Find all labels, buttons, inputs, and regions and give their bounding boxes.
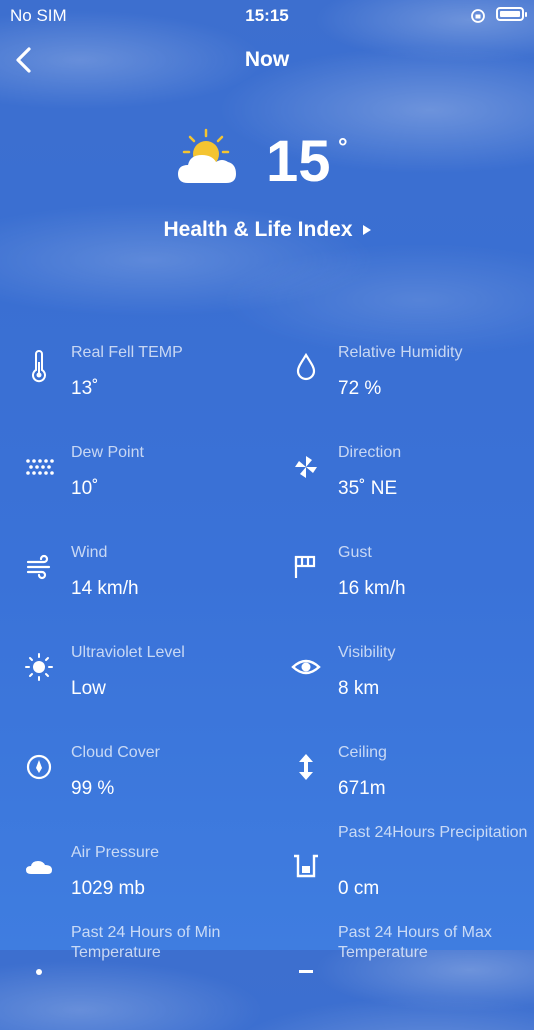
metric-value: 72 %	[338, 378, 382, 399]
metric-value: 99 %	[71, 778, 115, 799]
metric-value: 0 cm	[338, 878, 380, 899]
metric-label: Relative Humidity	[338, 344, 463, 361]
rotation-lock-icon	[471, 9, 485, 23]
battery-icon	[496, 7, 527, 21]
metric-visibility: Visibility 8 km	[267, 630, 534, 730]
vertical-arrows-icon	[299, 754, 313, 780]
metric-value: 1029 mb	[71, 878, 145, 899]
nav-bar: Now	[0, 38, 534, 82]
metric-value: 8 km	[338, 678, 380, 699]
metric-label: Ceiling	[338, 744, 387, 761]
metric-dew-point: Dew Point 10˚	[0, 430, 267, 530]
degree-symbol: °	[338, 134, 348, 161]
metric-value: 35˚ NE	[338, 478, 398, 499]
flag-icon	[294, 555, 316, 578]
metric-label: Air Pressure	[71, 844, 160, 861]
metric-label: Wind	[71, 544, 108, 561]
metric-label: Dew Point	[71, 444, 144, 461]
thermometer-icon	[32, 350, 46, 383]
metric-precipitation: Past 24Hours Precipitation 0 cm	[267, 824, 534, 930]
metric-label: Past 24 Hours of Max Temperature	[338, 924, 492, 961]
current-conditions: 15 °	[0, 128, 534, 198]
wind-icon	[26, 554, 51, 580]
metric-min-temp: Past 24 Hours of Min Temperature	[0, 924, 267, 1030]
metric-direction: Direction 35˚ NE	[267, 430, 534, 530]
metric-value: 671m	[338, 778, 386, 799]
sun-icon	[25, 653, 53, 681]
metric-humidity: Relative Humidity 72 %	[267, 330, 534, 430]
rain-gauge-icon	[294, 854, 318, 878]
play-arrow-icon	[362, 225, 371, 236]
metric-value: Low	[71, 678, 106, 699]
metric-value: 13˚	[71, 378, 99, 399]
metric-max-temp: Past 24 Hours of Max Temperature	[267, 924, 534, 1030]
metric-label: Cloud Cover	[71, 744, 160, 761]
metric-label: Gust	[338, 544, 372, 561]
metric-ceiling: Ceiling 671m	[267, 730, 534, 830]
metric-value: 14 km/h	[71, 578, 139, 599]
metric-air-pressure: Air Pressure 1029 mb	[0, 830, 267, 930]
min-temp-icon	[36, 969, 42, 975]
max-temp-icon	[299, 970, 313, 973]
status-bar: No SIM 15:15	[0, 0, 534, 32]
back-chevron-icon[interactable]	[10, 42, 40, 78]
metric-value: 16 km/h	[338, 578, 406, 599]
metric-uv: Ultraviolet Level Low	[0, 630, 267, 730]
clock: 15:15	[245, 6, 289, 25]
metric-label: Ultraviolet Level	[71, 644, 185, 661]
metric-label: Direction	[338, 444, 402, 461]
dew-dots-icon	[26, 459, 54, 475]
metric-gust: Gust 16 km/h	[267, 530, 534, 630]
page-title: Now	[244, 48, 290, 71]
compass-icon	[26, 754, 52, 780]
metric-label: Past 24Hours Precipitation	[338, 824, 528, 841]
metric-value: 10˚	[71, 478, 99, 499]
metric-real-feel: Real Fell TEMP 13˚	[0, 330, 267, 430]
metric-label: Real Fell TEMP	[71, 344, 183, 361]
pinwheel-icon	[295, 456, 317, 478]
eye-icon	[291, 659, 321, 675]
metric-cloud-cover: Cloud Cover 99 %	[0, 730, 267, 830]
health-life-index-label: Health & Life Index	[163, 218, 353, 241]
metric-label: Visibility	[338, 644, 396, 661]
partly-cloudy-sun-icon	[178, 128, 236, 183]
current-temperature: 15	[266, 129, 331, 194]
metric-label: Past 24 Hours of Min Temperature	[71, 924, 221, 961]
cloud-icon	[26, 861, 52, 874]
metric-wind: Wind 14 km/h	[0, 530, 267, 630]
droplet-icon	[296, 352, 316, 381]
health-life-index-link[interactable]: Health & Life Index	[0, 218, 534, 242]
